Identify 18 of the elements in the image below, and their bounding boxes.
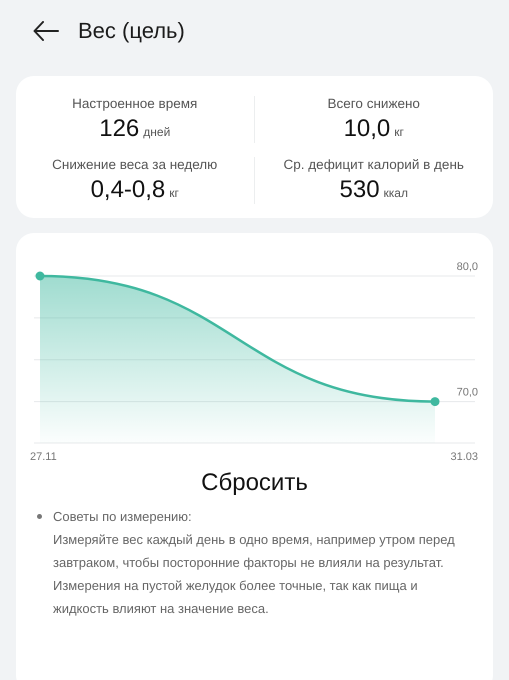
stat-value: 10,0 xyxy=(344,115,390,143)
stat-value: 0,4-0,8 xyxy=(90,176,166,204)
stat-label: Настроенное время xyxy=(72,96,198,111)
measurement-tips-text: Советы по измерению: Измеряйте вес каждый день в одно время, например утром перед завтраком, чтобы посторонние факторы не влияли на результат. Измерения на пустой желудок более точные, так как пища и жидкость влияют на значение веса. xyxy=(53,508,456,618)
stat-label: Всего снижено xyxy=(328,96,420,111)
stat-label: Снижение веса за неделю xyxy=(52,157,218,172)
stat-label: Ср. дефицит калорий в день xyxy=(284,157,464,172)
x-axis-label: 31.03 xyxy=(450,451,478,463)
page-title: Вес (цель) xyxy=(78,18,185,44)
stat-unit: кг xyxy=(394,125,404,139)
y-axis-label: 80,0 xyxy=(456,261,478,273)
stat-unit: ккал xyxy=(384,186,408,200)
stat-value: 126 xyxy=(99,115,140,143)
stat-value: 530 xyxy=(340,176,380,204)
y-axis-label: 70,0 xyxy=(456,386,478,399)
stat-unit: дней xyxy=(143,125,170,139)
stat-unit: кг xyxy=(169,186,179,200)
x-axis-label: 27.11 xyxy=(30,451,57,463)
